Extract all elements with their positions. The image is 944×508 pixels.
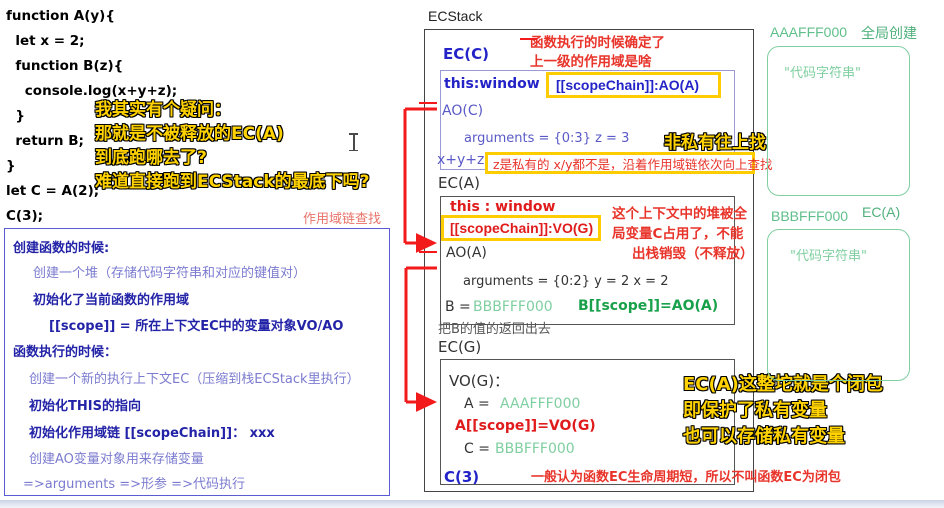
- ec-c-expression: x+y+z: [437, 152, 485, 168]
- annotation-question-line: 我其实有个疑问：: [95, 100, 232, 121]
- notes-line: 创建函数的时候:: [13, 241, 110, 256]
- annotation-closure-line: 即保护了私有变量: [683, 400, 828, 422]
- annotation-closure-line: 也可以存储私有变量: [683, 426, 846, 448]
- ec-a-return-note: 把B的值的返回出去: [438, 322, 551, 337]
- annotation-heap-line: 这个上下文中的堆被全: [612, 206, 747, 222]
- annotation-question-line: 到底跑哪去了?: [95, 148, 208, 169]
- ec-frame-title-c: EC(C): [443, 45, 489, 63]
- code-line: function B(z){: [6, 58, 124, 74]
- heap-content-1: "代码字符串": [784, 66, 861, 81]
- annotation-heap-occupied: 这个上下文中的堆被全 局变量C占用了，不能 出栈销毁（不释放）: [612, 204, 772, 264]
- ec-g-a-value: AAAFFF000: [500, 396, 581, 412]
- ec-c-this: this:window: [444, 76, 540, 92]
- heap-owner-2: EC(A): [862, 204, 901, 220]
- annotation-exec-line: 上一级的作用域是啥: [530, 54, 652, 70]
- ec-a-arguments: arguments = {0:2} y = 2 x = 2: [463, 274, 669, 289]
- ec-frame-title-a: EC(A): [438, 174, 480, 192]
- notes-line: 初始化作用域链 [[scopeChain]]： xxx: [29, 426, 275, 441]
- ecstack-label: ECStack: [428, 8, 483, 24]
- annotation-non-private: 非私有往上找: [664, 133, 767, 154]
- ec-c-private-note: z是私有的 x/y都不是，沿着作用域链依次向上查找: [493, 156, 773, 172]
- annotation-lifecycle: 一般认为函数EC生命周期短，所以不叫函数EC为闭包: [531, 470, 841, 485]
- annotation-exec-line: 函数执行的时候确定了: [530, 35, 665, 51]
- annotation-question-line: 那就是不被释放的EC(A): [95, 124, 285, 145]
- ec-frame-title-g: EC(G): [438, 338, 482, 356]
- function-lifecycle-notes-box: 创建函数的时候: 创建一个堆（存储代码字符串和对应的键值对） 初始化了当前函数的…: [4, 228, 390, 496]
- notes-line: 创建一个新的执行上下文EC（压缩到栈ECStack里执行）: [29, 372, 360, 387]
- notes-line: 函数执行的时候：: [13, 345, 118, 360]
- ec-a-ao-label: AO(A): [446, 245, 487, 261]
- ec-a-b-value: BBBFFF000: [473, 299, 553, 315]
- notes-line: 创建AO变量对象用来存储变量: [29, 452, 204, 467]
- annotation-closure: EC(A)这整坨就是个闭包 即保护了私有变量 也可以存储私有变量: [683, 372, 884, 450]
- notes-line: 创建一个堆（存储代码字符串和对应的键值对）: [33, 266, 307, 281]
- scope-chain-lookup-label: 作用域链查找: [303, 212, 382, 227]
- annotation-exec-determines: 函数执行的时候确定了 上一级的作用域是啥: [530, 34, 665, 72]
- code-line: C(3);: [6, 208, 44, 224]
- ec-c-scopechain: [[scopeChain]]:AO(A): [556, 77, 700, 93]
- ec-a-scopechain: [[scopeChain]]:VO(G): [450, 220, 594, 236]
- ec-g-a-name: A =: [464, 396, 490, 412]
- ec-g-vo-label: VO(G)：: [449, 372, 510, 390]
- notes-line: =>arguments =>形参 =>代码执行: [23, 477, 245, 492]
- ec-a-scopechain-highlight: [[scopeChain]]:VO(G): [441, 215, 601, 241]
- ec-c-private-note-highlight: z是私有的 x/y都不是，沿着作用域链依次向上查找: [485, 152, 773, 174]
- notes-line: 初始化THIS的指向: [29, 399, 141, 414]
- ec-g-call: C(3): [444, 468, 480, 486]
- heap-content-2: "代码字符串": [790, 249, 867, 264]
- annotation-heap-line: 局变量C占用了，不能: [612, 226, 744, 242]
- notes-line: 初始化了当前函数的作用域: [33, 293, 190, 308]
- annotation-heap-line: 出栈销毁（不释放）: [632, 246, 754, 262]
- ec-g-a-scope: A[[scope]]=VO(G): [455, 418, 596, 434]
- ec-c-ao-label: AO(C): [442, 103, 484, 119]
- heap-address-2: BBBFFF000: [771, 208, 849, 224]
- ec-a-this: this : window: [450, 199, 556, 215]
- heap-owner-1: 全局创建: [861, 25, 917, 41]
- ec-g-c-value: BBBFFF000: [495, 441, 575, 457]
- annotation-question: 我其实有个疑问： 那就是不被释放的EC(A) 到底跑哪去了? 难道直接跑到ECS…: [95, 98, 370, 194]
- heap-address-1: AAAFFF000: [770, 24, 848, 40]
- bottom-scrollbar-strip[interactable]: [0, 500, 944, 508]
- ec-g-c-name: C =: [464, 441, 490, 457]
- code-line: function A(y){: [6, 8, 115, 24]
- notes-line: [[scope]] = 所在上下文EC中的变量对象VO/AO: [49, 319, 344, 334]
- ec-c-scopechain-highlight: [[scopeChain]]:AO(A): [546, 72, 721, 98]
- ec-a-b-name: B =: [445, 299, 471, 315]
- code-line: let x = 2;: [6, 33, 85, 49]
- annotation-question-line: 难道直接跑到ECStack的最底下吗?: [95, 172, 370, 193]
- ec-a-b-scope: B[[scope]]=AO(A): [578, 298, 719, 314]
- text-cursor-icon: [349, 133, 358, 151]
- ec-c-arguments: arguments = {0:3} z = 3: [464, 131, 630, 146]
